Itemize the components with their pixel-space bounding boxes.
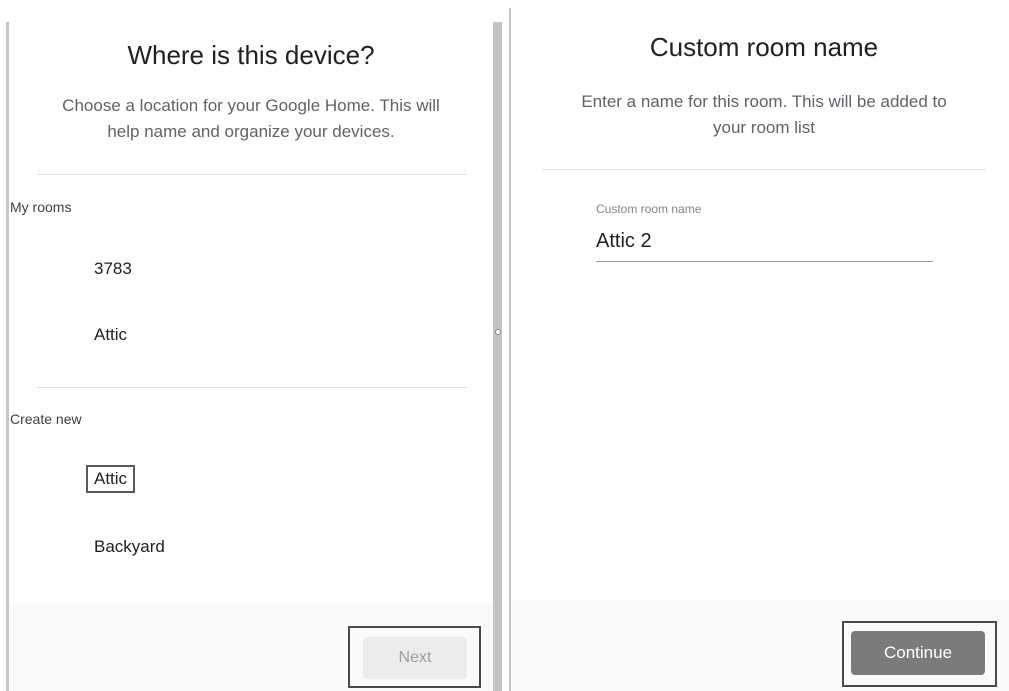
page-title: Where is this device? xyxy=(127,40,375,70)
page-subtitle: Enter a name for this room. This will be… xyxy=(541,89,987,141)
custom-room-panel: Custom room name Enter a name for this r… xyxy=(511,0,1009,691)
divider-handle[interactable] xyxy=(495,329,501,335)
divider xyxy=(37,174,467,175)
new-room-option-backyard[interactable]: Backyard xyxy=(94,537,165,557)
subtitle-line: your room list xyxy=(712,118,816,137)
my-rooms-label: My rooms xyxy=(10,199,72,215)
subtitle-line: Enter a name for this room. This will be… xyxy=(581,92,947,111)
next-button[interactable]: Next xyxy=(363,637,467,679)
continue-button[interactable]: Continue xyxy=(851,631,985,675)
panel-divider xyxy=(493,22,502,691)
page-subtitle: Choose a location for your Google Home. … xyxy=(19,93,483,145)
subtitle-line: help name and organize your devices. xyxy=(107,122,395,141)
create-new-label: Create new xyxy=(10,411,82,427)
room-option-3783[interactable]: 3783 xyxy=(94,259,132,279)
divider xyxy=(37,387,467,388)
new-room-option-attic[interactable]: Attic xyxy=(86,465,136,493)
location-panel: Where is this device? Choose a location … xyxy=(9,0,493,691)
room-option-attic[interactable]: Attic xyxy=(94,325,127,345)
screen: Where is this device? Choose a location … xyxy=(0,0,1009,691)
subtitle-line: Choose a location for your Google Home. … xyxy=(62,96,440,115)
page-title: Custom room name xyxy=(649,32,879,62)
custom-room-name-label: Custom room name xyxy=(596,202,702,216)
divider xyxy=(542,169,986,170)
custom-room-name-input[interactable]: Attic 2 xyxy=(596,230,652,253)
input-underline xyxy=(596,261,933,262)
